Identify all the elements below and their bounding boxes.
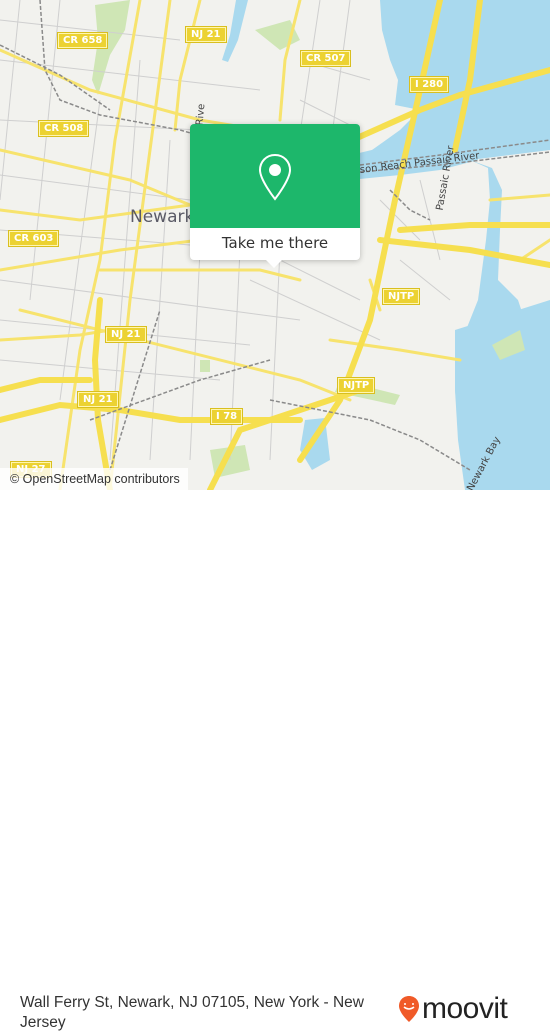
water-passaic-north [222, 0, 248, 62]
moovit-logo[interactable]: moovit [398, 992, 508, 1025]
take-me-there-button[interactable]: Take me there [190, 228, 360, 260]
address-text: Wall Ferry St, Newark, NJ 07105, New Yor… [20, 994, 364, 1031]
road-shield-cr-603: CR 603 [7, 230, 60, 247]
road-shield-cr-658: CR 658 [56, 32, 109, 49]
road-shield-njtp: NJTP [336, 377, 376, 394]
water-label-river: Rive [194, 103, 208, 126]
moovit-pin-icon [399, 996, 419, 1022]
popup-tail [266, 260, 282, 268]
destination-popup[interactable]: Take me there [190, 124, 360, 268]
map-attribution[interactable]: © OpenStreetMap contributors [0, 468, 188, 490]
road-shield-i-280: I 280 [408, 76, 450, 93]
water-bay [455, 300, 550, 490]
city-label-newark: Newark [130, 207, 195, 227]
road-shield-i-78: I 78 [209, 408, 244, 425]
road-shield-nj-21: NJ 21 [105, 326, 147, 343]
road-shield-cr-508: CR 508 [37, 120, 90, 137]
footer: Wall Ferry St, Newark, NJ 07105, New Yor… [0, 490, 550, 1031]
moovit-wordmark: moovit [422, 992, 508, 1025]
road-shield-njtp: NJTP [381, 288, 421, 305]
road-shield-nj-21: NJ 21 [77, 391, 119, 408]
popup-header [190, 124, 360, 228]
road-shield-cr-507: CR 507 [299, 50, 352, 67]
map-pin-icon [258, 153, 292, 201]
road-shield-nj-21: NJ 21 [185, 26, 227, 43]
park-dot [200, 360, 210, 372]
